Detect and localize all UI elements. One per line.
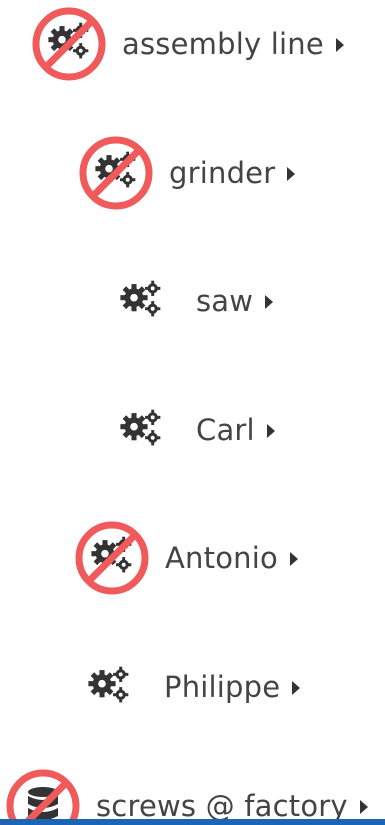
caret-right-icon[interactable] — [265, 295, 274, 309]
tree-node-grinder[interactable]: grinder — [77, 133, 296, 213]
caret-right-icon[interactable] — [335, 38, 344, 52]
gears-icon — [112, 402, 168, 458]
tree-node-label: Antonio — [165, 540, 278, 575]
tree-node-label: screws @ factory — [96, 788, 348, 823]
gears-icon — [112, 273, 168, 329]
tree-node-antonio[interactable]: Antonio — [73, 518, 298, 598]
tree-node-label: saw — [196, 283, 254, 318]
tree-node-label: grinder — [169, 155, 276, 190]
tree-node-carl[interactable]: Carl — [112, 390, 275, 470]
tree-node-label: Philippe — [164, 669, 281, 704]
gears-icon — [30, 5, 108, 83]
tree-view: assembly line grinder saw Carl Antonio P… — [0, 0, 385, 825]
database-icon — [4, 767, 82, 825]
tree-node-philippe[interactable]: Philippe — [80, 647, 301, 727]
bottom-bar — [0, 819, 385, 825]
gears-icon — [73, 519, 151, 597]
caret-right-icon[interactable] — [289, 552, 298, 566]
tree-node-label: assembly line — [122, 26, 324, 61]
gears-icon — [77, 134, 155, 212]
caret-right-icon[interactable] — [292, 681, 301, 695]
tree-node-assembly-line[interactable]: assembly line — [30, 4, 344, 84]
tree-node-screws-factory[interactable]: screws @ factory — [4, 766, 368, 825]
tree-node-saw[interactable]: saw — [112, 261, 274, 341]
tree-node-label: Carl — [196, 412, 255, 447]
caret-right-icon[interactable] — [359, 800, 368, 814]
gears-icon — [80, 659, 136, 715]
caret-right-icon[interactable] — [266, 424, 275, 438]
caret-right-icon[interactable] — [287, 167, 296, 181]
